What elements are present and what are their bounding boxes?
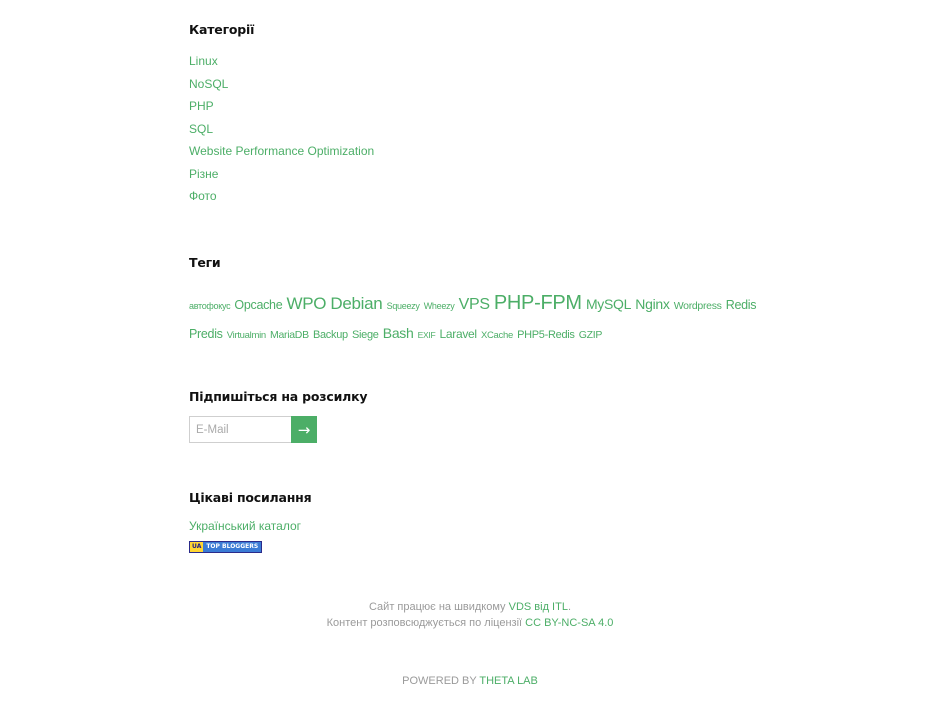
categories-title: Категорії xyxy=(189,22,255,37)
subscribe-submit-button[interactable]: → xyxy=(291,416,317,443)
tag-link[interactable]: Predis xyxy=(189,327,223,341)
footer-license-line: Контент розповсюджується по ліцензії CC … xyxy=(0,617,940,629)
tag-link[interactable]: Squeezy xyxy=(387,301,420,311)
top-bloggers-badge[interactable]: UA TOP BLOGGERS xyxy=(189,541,263,553)
category-link-nosql[interactable]: NoSQL xyxy=(189,77,228,91)
category-link-wpo[interactable]: Website Performance Optimization xyxy=(189,144,374,158)
tag-link[interactable]: Virtualmin xyxy=(227,330,266,341)
tag-link[interactable]: Debian xyxy=(330,294,382,313)
links-widget: Цікаві посилання Український каталог UA … xyxy=(189,490,789,553)
category-item: Linux xyxy=(189,50,789,73)
tag-link[interactable]: Backup xyxy=(313,329,348,341)
category-item: PHP xyxy=(189,95,789,118)
theta-lab-link[interactable]: THETA LAB xyxy=(479,675,537,687)
category-link-sql[interactable]: SQL xyxy=(189,122,213,136)
tag-link[interactable]: GZIP xyxy=(579,329,603,341)
category-link-photo[interactable]: Фото xyxy=(189,189,217,203)
tag-link[interactable]: VPS xyxy=(459,296,490,313)
tags-title: Теги xyxy=(189,255,221,270)
tag-link[interactable]: EXIF xyxy=(418,330,436,340)
tag-link[interactable]: Wordpress xyxy=(674,300,722,312)
tag-link[interactable]: Nginx xyxy=(635,296,670,312)
categories-list: Linux NoSQL PHP SQL Website Performance … xyxy=(189,50,789,208)
footer-hosting-line: Сайт працює на швидкому VDS від ITL. xyxy=(0,601,940,613)
tag-link[interactable]: PHP5-Redis xyxy=(517,329,575,341)
category-item: Website Performance Optimization xyxy=(189,140,789,163)
category-link-linux[interactable]: Linux xyxy=(189,54,218,68)
badge-right-text: TOP BLOGGERS xyxy=(203,542,262,552)
tag-cloud: автофокус Opcache WPO Debian Squeezy Whe… xyxy=(189,290,764,349)
category-item: Фото xyxy=(189,185,789,208)
tag-link[interactable]: WPO xyxy=(287,294,327,313)
subscribe-widget: Підпишіться на розсилку → xyxy=(189,389,789,443)
tag-link[interactable]: MySQL xyxy=(586,296,631,312)
tag-link[interactable]: Redis xyxy=(726,298,757,312)
tag-link[interactable]: Laravel xyxy=(440,327,478,341)
license-link[interactable]: CC BY-NC-SA 4.0 xyxy=(525,617,613,629)
tags-widget: Теги автофокус Opcache WPO Debian Squeez… xyxy=(189,255,789,349)
powered-by-prefix: POWERED BY xyxy=(402,675,480,687)
badge-left-text: UA xyxy=(190,542,204,552)
email-input[interactable] xyxy=(189,416,291,443)
tag-link[interactable]: Opcache xyxy=(234,298,282,312)
tag-link[interactable]: Wheezy xyxy=(424,301,455,311)
tag-link[interactable]: Siege xyxy=(352,329,379,341)
category-item: SQL xyxy=(189,118,789,141)
categories-widget: Категорії Linux NoSQL PHP SQL Website Pe… xyxy=(189,22,789,208)
tag-link[interactable]: XCache xyxy=(481,330,513,341)
subscribe-title: Підпишіться на розсилку xyxy=(189,389,368,404)
category-item: Різне xyxy=(189,163,789,186)
tag-link[interactable]: автофокус xyxy=(189,301,231,311)
category-link-misc[interactable]: Різне xyxy=(189,167,218,181)
subscribe-form: → xyxy=(189,416,789,443)
category-link-php[interactable]: PHP xyxy=(189,99,214,113)
footer-hosting-suffix: . xyxy=(567,601,572,613)
links-list: Український каталог xyxy=(189,519,789,533)
footer-license-prefix: Контент розповсюджується по ліцензії xyxy=(326,617,526,629)
tag-link[interactable]: MariaDB xyxy=(270,329,309,341)
category-item: NoSQL xyxy=(189,73,789,96)
footer-hosting-prefix: Сайт працює на швидкому xyxy=(368,601,509,613)
ukrainian-catalog-link[interactable]: Український каталог xyxy=(189,519,301,533)
links-title: Цікаві посилання xyxy=(189,490,312,505)
tag-link[interactable]: Bash xyxy=(383,325,414,341)
tag-link[interactable]: PHP-FPM xyxy=(494,292,582,314)
powered-by-line: POWERED BY THETA LAB xyxy=(0,675,940,687)
vds-itl-link[interactable]: VDS від ITL xyxy=(509,601,568,613)
